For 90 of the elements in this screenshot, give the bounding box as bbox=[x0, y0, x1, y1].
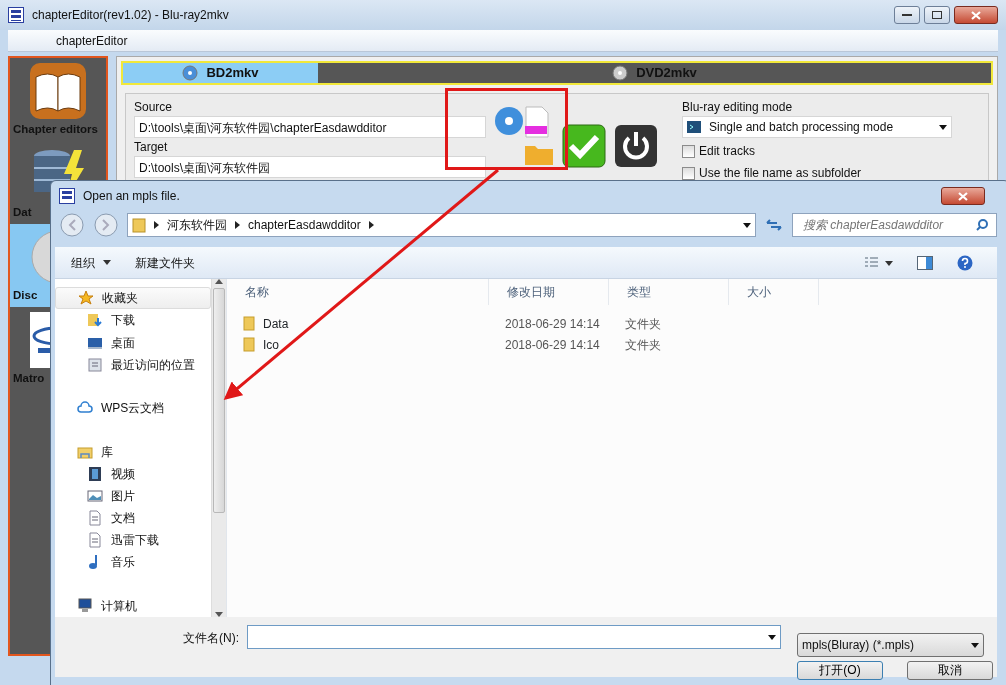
window-title: chapterEditor(rev1.02) - Blu-ray2mkv bbox=[32, 7, 229, 24]
toolbar-button[interactable]: 组织 bbox=[71, 253, 111, 272]
recent-icon bbox=[87, 356, 103, 373]
chevron-icon bbox=[154, 221, 159, 229]
cancel-button[interactable]: 取消 bbox=[907, 661, 993, 681]
app-logo-icon bbox=[59, 188, 75, 204]
target-field[interactable]: D:\tools\桌面\河东软件园 bbox=[134, 156, 486, 178]
chevron-icon bbox=[235, 221, 240, 229]
file-name[interactable]: Data bbox=[263, 314, 289, 333]
caret-icon bbox=[103, 260, 111, 265]
nav-item[interactable]: 文档 bbox=[55, 507, 211, 530]
terminal-icon bbox=[687, 121, 701, 133]
minimize-button[interactable] bbox=[894, 6, 920, 24]
file-icon bbox=[524, 106, 550, 138]
maximize-button[interactable] bbox=[924, 6, 950, 24]
source-label: Source bbox=[134, 99, 174, 116]
chevron-icon bbox=[368, 221, 374, 229]
book-icon bbox=[28, 60, 88, 121]
power-icon bbox=[614, 124, 658, 168]
back-button-icon bbox=[59, 213, 85, 237]
minimize-icon bbox=[902, 13, 912, 17]
preview-pane-icon bbox=[917, 255, 933, 270]
computer-icon bbox=[77, 597, 93, 614]
caret-icon bbox=[743, 222, 751, 228]
scrollbar[interactable] bbox=[211, 279, 226, 617]
star-icon bbox=[78, 290, 94, 307]
nav-item[interactable]: 下载 bbox=[55, 309, 211, 332]
nav-item[interactable]: 桌面 bbox=[55, 331, 211, 354]
column-header[interactable]: 修改日期 bbox=[489, 279, 609, 305]
document-icon bbox=[87, 532, 103, 549]
close-icon bbox=[958, 191, 968, 201]
folder-icon bbox=[243, 316, 255, 331]
picture-icon bbox=[87, 487, 103, 504]
table-cell-text: 2018-06-29 14:14 bbox=[504, 336, 601, 354]
table-cell-text: 文件夹 bbox=[624, 315, 662, 333]
folder-icon bbox=[132, 217, 146, 233]
tab[interactable]: BD2mkv bbox=[123, 63, 318, 83]
caret-icon bbox=[939, 124, 947, 130]
mode-dropdown[interactable]: Single and batch processing mode bbox=[682, 116, 952, 138]
view-options-icon bbox=[865, 256, 893, 269]
file-type-dropdown[interactable]: mpls(Bluray) (*.mpls) bbox=[797, 633, 984, 657]
download-icon bbox=[87, 312, 103, 329]
app-name: chapterEditor bbox=[56, 32, 128, 50]
toolbar-button[interactable]: 新建文件夹 bbox=[135, 253, 195, 272]
nav-item[interactable]: 收藏夹 bbox=[55, 287, 211, 310]
dialog-title: Open an mpls file. bbox=[83, 188, 180, 205]
confirm-icon bbox=[562, 124, 606, 168]
address-bar[interactable]: 河东软件园 chapterEasdawdditor bbox=[127, 213, 756, 237]
video-icon bbox=[87, 465, 103, 482]
column-header[interactable]: 名称 bbox=[227, 279, 489, 305]
nav-item[interactable]: 最近访问的位置 bbox=[55, 353, 211, 376]
nav-item[interactable]: 音乐 bbox=[55, 551, 211, 574]
target-label: Target bbox=[134, 139, 169, 156]
folder-icon bbox=[243, 337, 255, 352]
search-field[interactable]: 搜索 chapterEasdawdditor bbox=[792, 213, 997, 237]
breadcrumb-item[interactable]: 河东软件园 bbox=[167, 216, 227, 234]
forward-button-icon bbox=[93, 213, 119, 237]
disc-icon bbox=[494, 106, 524, 136]
nav-item[interactable]: 库 bbox=[55, 440, 211, 463]
scroll-thumb[interactable] bbox=[213, 288, 225, 513]
disc-icon bbox=[182, 65, 199, 81]
breadcrumb-item[interactable]: chapterEasdawdditor bbox=[248, 216, 361, 234]
app-logo-icon bbox=[8, 7, 24, 23]
open-button[interactable]: 打开(O) bbox=[797, 661, 883, 681]
nav-item[interactable]: 图片 bbox=[55, 484, 211, 507]
source-field[interactable]: D:\tools\桌面\河东软件园\chapterEasdawdditor bbox=[134, 116, 486, 138]
file-name-field[interactable] bbox=[247, 625, 781, 649]
search-icon bbox=[976, 219, 988, 231]
close-button[interactable] bbox=[941, 187, 985, 205]
disc-icon bbox=[612, 65, 629, 81]
help-icon bbox=[957, 254, 973, 271]
table-cell-text: 2018-06-29 14:14 bbox=[504, 315, 601, 333]
nav-item[interactable]: WPS云文档 bbox=[55, 397, 211, 420]
nav-item[interactable]: 视频 bbox=[55, 462, 211, 485]
close-button[interactable] bbox=[954, 6, 998, 24]
caret-icon bbox=[971, 642, 979, 648]
checkbox[interactable]: Edit tracks bbox=[682, 142, 952, 160]
column-header[interactable]: 大小 bbox=[729, 279, 819, 305]
file-name-label: 文件名(N): bbox=[183, 630, 239, 647]
column-header[interactable]: 类型 bbox=[609, 279, 729, 305]
maximize-icon bbox=[932, 11, 942, 19]
nav-item[interactable]: 迅雷下载 bbox=[55, 529, 211, 552]
close-icon bbox=[971, 10, 981, 20]
caret-icon bbox=[768, 634, 776, 640]
checkbox[interactable]: Use the file name as subfolder bbox=[682, 164, 952, 182]
nav-item[interactable]: 计算机 bbox=[55, 594, 211, 617]
file-name[interactable]: Ico bbox=[263, 335, 279, 354]
mode-label: Blu-ray editing mode bbox=[682, 99, 794, 116]
table-cell-text: 文件夹 bbox=[624, 336, 662, 354]
document-icon bbox=[87, 510, 103, 527]
